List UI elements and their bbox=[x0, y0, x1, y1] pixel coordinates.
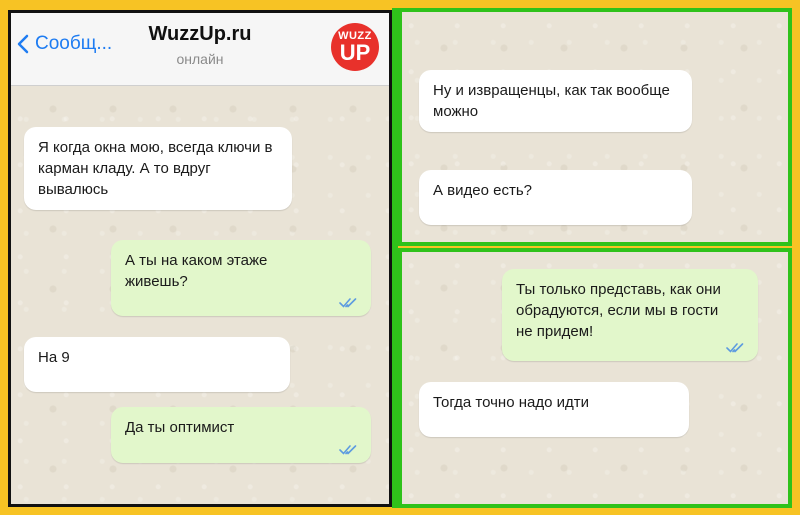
message-text: Ну и извращенцы, как так вообще можно bbox=[433, 82, 670, 120]
chat-header: Сообщ... WuzzUp.ru онлайн WUZZ UP bbox=[11, 13, 389, 86]
message-incoming: А видео есть? bbox=[419, 170, 692, 225]
message-text: Я когда окна мою, всегда ключи в карман … bbox=[38, 139, 273, 198]
chat-panel-bottom-right: Ты только представь, как они обрадуются,… bbox=[398, 248, 792, 508]
message-outgoing: Ты только представь, как они обрадуются,… bbox=[502, 269, 758, 361]
message-text: А ты на каком этаже живешь? bbox=[125, 252, 268, 290]
message-text: Тогда точно надо идти bbox=[433, 394, 589, 411]
wuzzup-logo: WUZZ UP bbox=[331, 23, 379, 71]
logo-text-bottom: UP bbox=[339, 40, 371, 65]
double-check-icon bbox=[339, 298, 357, 308]
chat-panel-left: Сообщ... WuzzUp.ru онлайн WUZZ UP Я когд… bbox=[8, 10, 392, 507]
double-check-icon bbox=[339, 445, 357, 455]
message-incoming: Я когда окна мою, всегда ключи в карман … bbox=[24, 127, 292, 210]
message-text: А видео есть? bbox=[433, 182, 532, 199]
message-text: Ты только представь, как они обрадуются,… bbox=[516, 281, 721, 340]
message-text: Да ты оптимист bbox=[125, 419, 235, 436]
chat-panel-top-right: Ну и извращенцы, как так вообще можно А … bbox=[398, 8, 792, 246]
message-text: На 9 bbox=[38, 349, 70, 366]
double-check-icon bbox=[726, 343, 744, 353]
message-incoming: Тогда точно надо идти bbox=[419, 382, 689, 437]
message-incoming: Ну и извращенцы, как так вообще можно bbox=[419, 70, 692, 132]
message-outgoing: А ты на каком этаже живешь? bbox=[111, 240, 371, 316]
message-incoming: На 9 bbox=[24, 337, 290, 392]
message-outgoing: Да ты оптимист bbox=[111, 407, 371, 463]
